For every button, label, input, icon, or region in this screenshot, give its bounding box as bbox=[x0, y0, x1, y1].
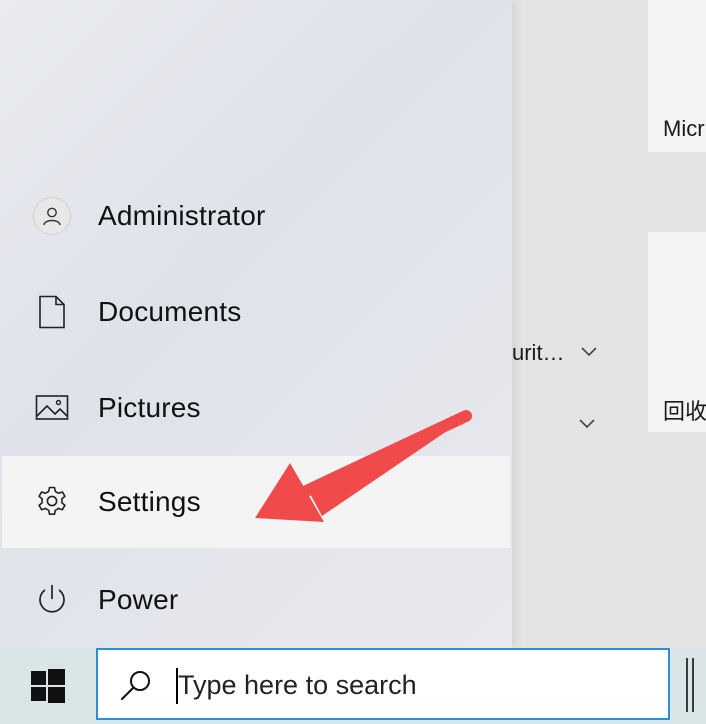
windows-logo-icon bbox=[31, 669, 65, 703]
app-tile-top[interactable]: Micr bbox=[648, 0, 706, 152]
start-menu-pane: Administrator Documents Pictures Setting… bbox=[0, 0, 512, 648]
tile-label: 回收 bbox=[663, 399, 706, 424]
start-item-settings[interactable]: Settings bbox=[2, 456, 510, 548]
avatar bbox=[33, 197, 71, 235]
chevron-down-icon[interactable] bbox=[580, 346, 598, 358]
task-view-icon[interactable] bbox=[684, 656, 698, 714]
app-list-item-text[interactable]: urit… bbox=[512, 340, 565, 366]
app-list-partial: urit… bbox=[512, 0, 648, 648]
start-item-pictures[interactable]: Pictures bbox=[2, 362, 510, 454]
search-box[interactable]: Type here to search bbox=[96, 648, 670, 720]
start-item-power[interactable]: Power bbox=[2, 554, 510, 646]
start-item-administrator[interactable]: Administrator bbox=[2, 170, 510, 262]
start-item-label: Documents bbox=[98, 296, 242, 327]
pictures-icon bbox=[32, 388, 72, 428]
start-item-label: Settings bbox=[98, 486, 201, 517]
gear-icon bbox=[32, 482, 72, 522]
start-button[interactable] bbox=[0, 648, 96, 724]
start-item-label: Administrator bbox=[98, 200, 266, 231]
search-icon bbox=[118, 668, 154, 704]
start-item-label: Power bbox=[98, 584, 179, 615]
tile-label: Micr bbox=[663, 116, 705, 141]
start-item-documents[interactable]: Documents bbox=[2, 266, 510, 358]
app-tile-bottom[interactable]: 回收 bbox=[648, 232, 706, 432]
taskbar: Type here to search bbox=[0, 648, 706, 724]
search-placeholder: Type here to search bbox=[178, 670, 417, 700]
chevron-down-icon[interactable] bbox=[578, 418, 596, 430]
start-item-label: Pictures bbox=[98, 392, 201, 423]
power-icon bbox=[32, 580, 72, 620]
document-icon bbox=[32, 292, 72, 332]
user-icon bbox=[32, 196, 72, 236]
